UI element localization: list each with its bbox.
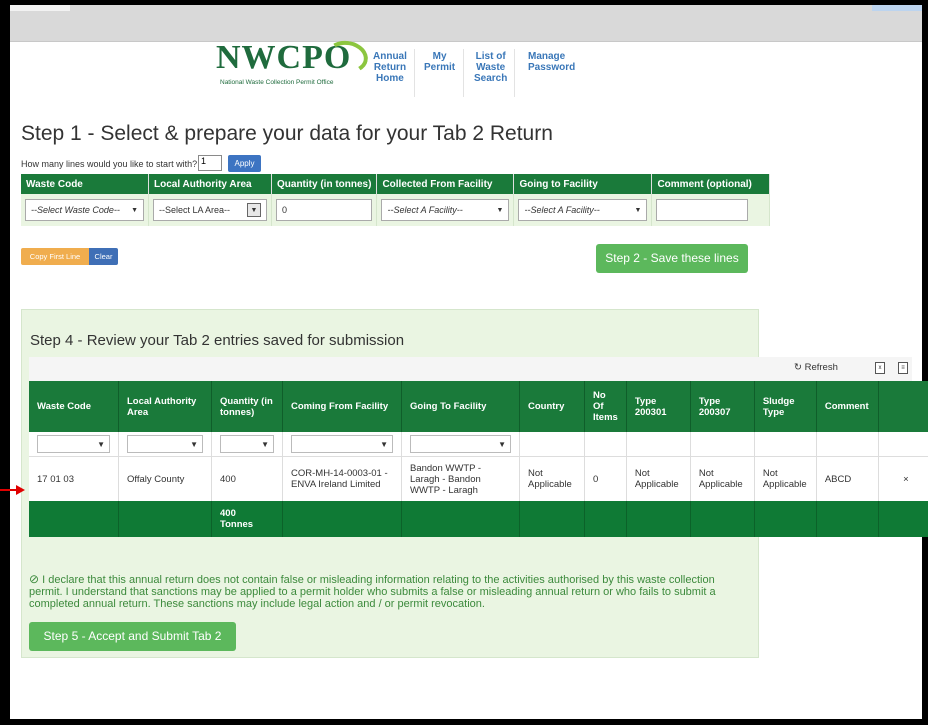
cell-items: 0: [584, 456, 627, 501]
col-waste-code: Waste Code: [21, 174, 149, 194]
window-controls[interactable]: [872, 5, 922, 11]
lines-count-input[interactable]: 1: [198, 155, 222, 171]
nav-manage-password[interactable]: Manage Password: [528, 51, 575, 73]
nav-divider: [514, 49, 515, 97]
filter-input[interactable]: ▼: [220, 435, 274, 453]
col-coming-from-facility: Coming From Facility: [282, 381, 402, 432]
nav-annual-return-home[interactable]: Annual Return Home: [373, 51, 407, 84]
browser-chrome: [10, 5, 922, 42]
entry-table: Waste Code Local Authority Area Quantity…: [21, 174, 770, 226]
col-no-of-items: No Of Items: [584, 381, 627, 432]
cell-type-200301: Not Applicable: [626, 456, 691, 501]
lines-prompt: How many lines would you like to start w…: [21, 159, 198, 169]
entry-header-row: Waste Code Local Authority Area Quantity…: [21, 174, 770, 194]
col-comment: Comment (optional): [651, 174, 770, 194]
nav-divider: [414, 49, 415, 97]
nav-list-of-waste-search[interactable]: List of Waste Search: [474, 51, 507, 84]
grid-toolbar: [29, 357, 912, 381]
dropdown-arrow-icon: ▼: [247, 203, 261, 217]
filter-icon[interactable]: ▼: [498, 440, 506, 449]
cell-la-area: Offaly County: [118, 456, 212, 501]
logo-subtitle: National Waste Collection Permit Office: [220, 79, 334, 86]
cell-type-200307: Not Applicable: [690, 456, 755, 501]
filter-input[interactable]: ▼: [410, 435, 511, 453]
filter-input[interactable]: ▼: [37, 435, 110, 453]
caret-down-icon: ▼: [496, 206, 504, 214]
col-country: Country: [519, 381, 585, 432]
window-tab-strip: [10, 5, 70, 11]
review-table: Waste Code Local Authority Area Quantity …: [29, 381, 928, 537]
col-quantity: Quantity (in tonnes): [271, 174, 378, 194]
step2-save-lines-button[interactable]: Step 2 - Save these lines: [596, 244, 748, 273]
la-area-select[interactable]: --Select LA Area-- ▼: [153, 199, 267, 221]
col-actions: [878, 381, 928, 432]
cell-to-facility: Bandon WWTP - Laragh - Bandon WWTP - Larag…: [401, 456, 520, 501]
step4-title: Step 4 - Review your Tab 2 entries saved…: [30, 332, 405, 349]
caret-down-icon: ▼: [131, 206, 138, 214]
entry-row: --Select Waste Code-- ▼ --Select LA Area…: [21, 194, 770, 226]
export-pdf-icon[interactable]: ≡: [898, 362, 908, 374]
total-quantity: 400 Tonnes: [211, 501, 283, 537]
table-row: 17 01 03 Offaly County 400 COR-MH-14-000…: [29, 456, 928, 501]
annotation-arrowhead-icon: [16, 485, 25, 495]
col-type-200301: Type 200301: [626, 381, 691, 432]
clear-button[interactable]: Clear: [89, 248, 118, 265]
refresh-icon: ↻: [794, 362, 802, 373]
cell-quantity: 400: [211, 456, 283, 501]
nwcpo-logo[interactable]: NWCPO National Waste Collection Permit O…: [214, 37, 371, 89]
waste-code-select[interactable]: --Select Waste Code-- ▼: [25, 199, 144, 221]
caret-down-icon: ▼: [634, 206, 642, 214]
col-quantity: Quantity (in tonnes): [211, 381, 283, 432]
copy-first-line-button[interactable]: Copy First Line: [21, 248, 89, 265]
cell-waste-code: 17 01 03: [29, 456, 119, 501]
apply-button[interactable]: Apply: [228, 155, 261, 172]
filter-input[interactable]: ▼: [127, 435, 203, 453]
comment-input[interactable]: [656, 199, 749, 221]
filter-row: ▼ ▼ ▼ ▼ ▼: [29, 432, 928, 457]
filter-input[interactable]: ▼: [291, 435, 393, 453]
col-going-to-facility: Going To Facility: [401, 381, 520, 432]
annotation-arrow-icon: [0, 489, 17, 491]
export-excel-icon[interactable]: x: [875, 362, 885, 374]
col-sludge-type: Sludge Type: [754, 381, 817, 432]
step1-title: Step 1 - Select & prepare your data for …: [21, 122, 553, 145]
step5-accept-submit-button[interactable]: Step 5 - Accept and Submit Tab 2: [29, 622, 236, 651]
col-collected-from: Collected From Facility: [376, 174, 515, 194]
review-header-row: Waste Code Local Authority Area Quantity …: [29, 381, 928, 432]
filter-icon[interactable]: ▼: [380, 440, 388, 449]
refresh-button[interactable]: ↻ Refresh: [794, 362, 838, 373]
cell-country: Not Applicable: [519, 456, 585, 501]
cell-comment: ABCD: [816, 456, 879, 501]
filter-icon[interactable]: ▼: [261, 440, 269, 449]
col-local-authority: Local Authority Area: [148, 174, 272, 194]
filter-icon[interactable]: ▼: [190, 440, 198, 449]
col-local-authority-area: Local Authority Area: [118, 381, 212, 432]
nav-divider: [463, 49, 464, 97]
total-row: 400 Tonnes: [29, 501, 928, 537]
from-facility-select[interactable]: --Select A Facility-- ▼: [381, 199, 510, 221]
nav-my-permit[interactable]: My Permit: [424, 51, 455, 73]
delete-row-icon[interactable]: ×: [903, 474, 909, 485]
to-facility-select[interactable]: --Select A Facility-- ▼: [518, 199, 648, 221]
check-circle-icon: ⊘: [29, 572, 40, 586]
col-going-to: Going to Facility: [513, 174, 653, 194]
col-comment: Comment: [816, 381, 879, 432]
cell-from-facility: COR-MH-14-0003-01 - ENVA Ireland Limited: [282, 456, 402, 501]
filter-icon[interactable]: ▼: [97, 440, 105, 449]
col-waste-code: Waste Code: [29, 381, 119, 432]
cell-sludge: Not Applicable: [754, 456, 817, 501]
col-type-200307: Type 200307: [690, 381, 755, 432]
declaration-text: ⊘ I declare that this annual return does…: [29, 572, 716, 610]
quantity-input[interactable]: 0: [276, 199, 373, 221]
